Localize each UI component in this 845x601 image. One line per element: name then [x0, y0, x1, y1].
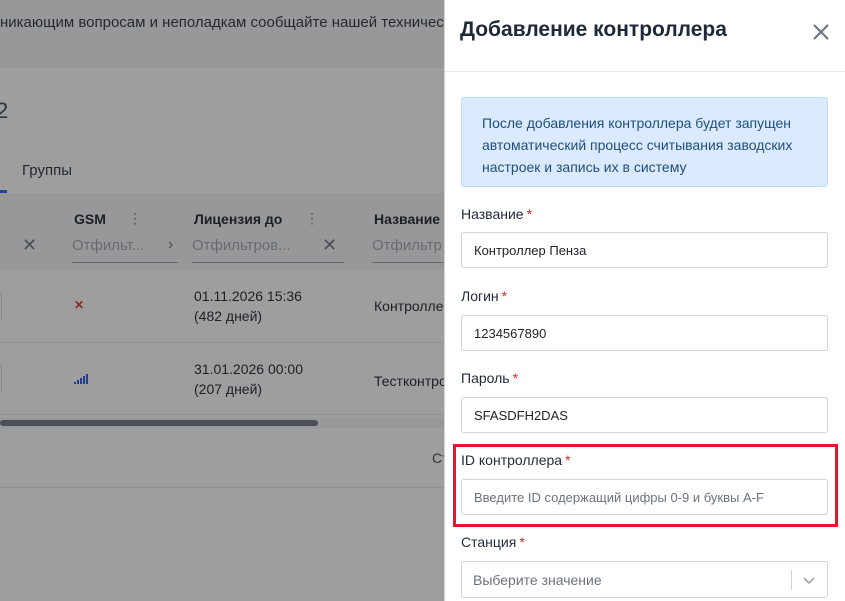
station-label: Станция * [461, 534, 525, 550]
select-separator [791, 570, 792, 590]
station-placeholder: Выберите значение [473, 572, 602, 588]
login-field[interactable] [461, 315, 828, 351]
controller-id-field[interactable] [461, 479, 828, 515]
name-label: Название * [461, 206, 533, 222]
password-label: Пароль * [461, 370, 519, 386]
station-select[interactable]: Выберите значение [461, 561, 828, 598]
login-label: Логин * [461, 288, 508, 304]
close-icon[interactable] [807, 18, 835, 46]
name-field[interactable] [461, 232, 828, 268]
info-alert: После добавления контроллера будет запущ… [461, 97, 828, 187]
drawer-header: Добавление контроллера [445, 0, 845, 72]
required-mark: * [565, 452, 571, 468]
required-mark: * [501, 288, 508, 304]
controller-id-label: ID контроллера * [461, 452, 571, 468]
password-field[interactable] [461, 397, 828, 433]
required-mark: * [512, 370, 519, 386]
required-mark: * [519, 534, 525, 550]
info-text: После добавления контроллера будет запущ… [482, 115, 793, 175]
modal-overlay[interactable] [0, 0, 445, 601]
chevron-down-icon[interactable] [801, 573, 817, 589]
required-mark: * [526, 206, 533, 222]
add-controller-drawer: Добавление контроллера После добавления … [444, 0, 845, 601]
drawer-title: Добавление контроллера [460, 18, 727, 41]
